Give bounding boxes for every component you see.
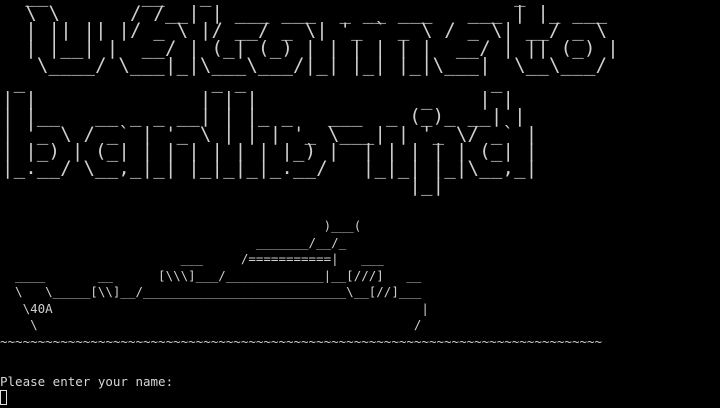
terminal-window: __ __ _ _ \ \ / /__| | ___ ___ _ __ ___ … (0, 0, 720, 408)
battleship-ascii-art: )___( _______/__/_ ___ /===========| ___… (0, 218, 603, 349)
text-cursor[interactable] (0, 390, 7, 405)
welcome-battleship-banner: __ __ _ _ \ \ / /__| | ___ ___ _ __ ___ … (2, 0, 619, 197)
name-prompt: Please enter your name: (0, 374, 174, 389)
